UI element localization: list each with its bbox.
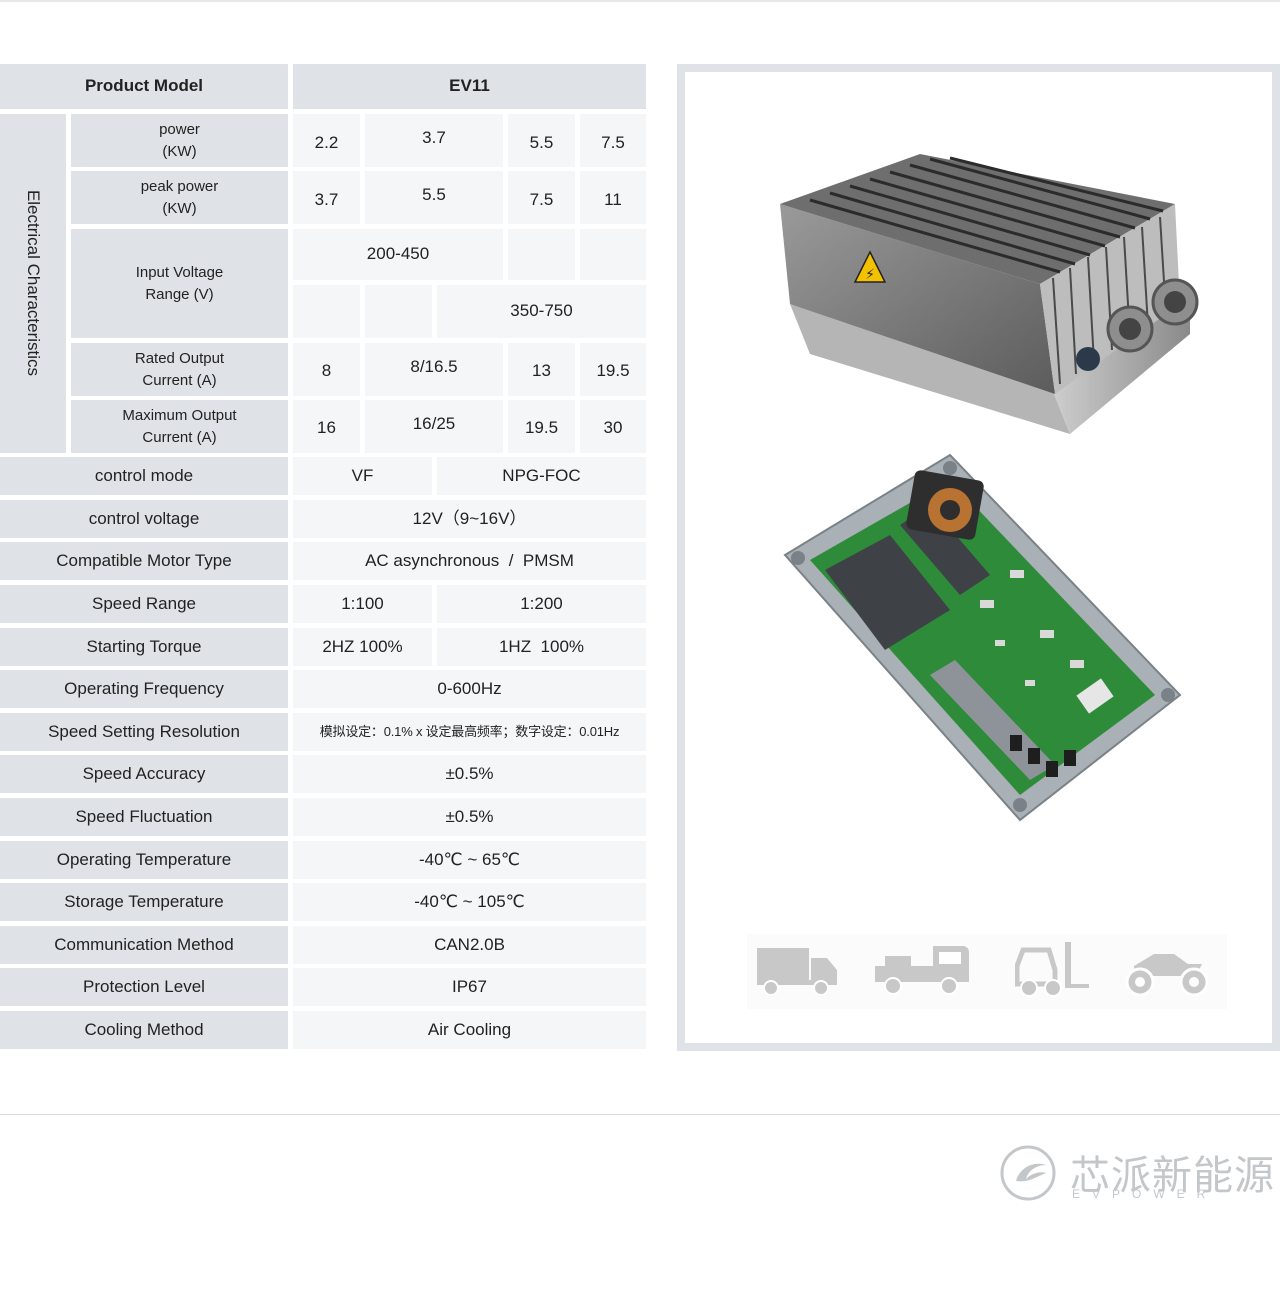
- brand-logo: 芯派新能源 EVPOWER: [998, 1143, 1274, 1207]
- starting-torque-a: 2HZ 100%: [293, 628, 432, 666]
- evpower-logo-icon: [1000, 1145, 1056, 1201]
- communication-method-value: CAN2.0B: [293, 926, 646, 964]
- rated-current-value: 8: [293, 343, 360, 396]
- cooling-method-label: Cooling Method: [0, 1011, 288, 1049]
- atv-icon: [1122, 942, 1212, 1003]
- peak-power-value: 3.7: [293, 171, 360, 224]
- operating-temperature-value: -40℃ ~ 65℃: [293, 841, 646, 879]
- empty-cell: [508, 229, 575, 280]
- forklift-icon: [1014, 942, 1091, 1003]
- rated-current-value: 19.5: [580, 343, 646, 396]
- protection-level-value: IP67: [293, 968, 646, 1006]
- rated-current-label: Rated Output Current (A): [71, 343, 288, 396]
- motor-type-value: AC asynchronous / PMSM: [293, 542, 646, 580]
- peak-power-value: 5.5: [365, 171, 503, 224]
- flatbed-truck-icon: [875, 942, 971, 1003]
- rated-current-value: 8/16.5: [365, 343, 503, 396]
- max-current-value: 16: [293, 400, 360, 453]
- product-panel: ⚡: [677, 64, 1280, 1051]
- control-mode-label: control mode: [0, 457, 288, 495]
- peak-power-value: 7.5: [508, 171, 575, 224]
- max-current-value: 30: [580, 400, 646, 453]
- speed-fluctuation-value: ±0.5%: [293, 798, 646, 836]
- power-value: 2.2: [293, 114, 360, 167]
- starting-torque-b: 1HZ 100%: [437, 628, 646, 666]
- empty-cell: [580, 229, 646, 280]
- footer-divider: [0, 1114, 1280, 1115]
- electrical-characteristics-label: Electrical Characteristics: [0, 114, 66, 453]
- storage-temperature-label: Storage Temperature: [0, 883, 288, 921]
- speed-setting-resolution-value: 模拟设定：0.1% x 设定最高频率；数字设定：0.01Hz: [293, 713, 646, 751]
- motor-type-label: Compatible Motor Type: [0, 542, 288, 580]
- input-voltage-high-value: 350-750: [437, 285, 646, 338]
- input-voltage-low-value: 200-450: [293, 229, 503, 280]
- operating-temperature-label: Operating Temperature: [0, 841, 288, 879]
- operating-frequency-label: Operating Frequency: [0, 670, 288, 708]
- peak-power-value: 11: [580, 171, 646, 224]
- cooling-method-value: Air Cooling: [293, 1011, 646, 1049]
- speed-accuracy-value: ±0.5%: [293, 755, 646, 793]
- control-voltage-label: control voltage: [0, 500, 288, 538]
- power-label: power (KW): [71, 114, 288, 167]
- controller-circuit-board-image: [780, 450, 1190, 830]
- storage-temperature-value: -40℃ ~ 105℃: [293, 883, 646, 921]
- speed-accuracy-label: Speed Accuracy: [0, 755, 288, 793]
- power-value: 3.7: [365, 114, 503, 167]
- product-model-label: Product Model: [0, 64, 288, 109]
- rated-current-value: 13: [508, 343, 575, 396]
- protection-level-label: Protection Level: [0, 968, 288, 1006]
- brand-name-en: EVPOWER: [1072, 1187, 1218, 1201]
- max-current-label: Maximum Output Current (A): [71, 400, 288, 453]
- speed-range-a: 1:100: [293, 585, 432, 623]
- starting-torque-label: Starting Torque: [0, 628, 288, 666]
- peak-power-label: peak power (KW): [71, 171, 288, 224]
- product-panel-inner: ⚡: [685, 72, 1272, 1043]
- operating-frequency-value: 0-600Hz: [293, 670, 646, 708]
- speed-setting-resolution-label: Speed Setting Resolution: [0, 713, 288, 751]
- max-current-value: 19.5: [508, 400, 575, 453]
- product-model-value: EV11: [293, 64, 646, 109]
- controller-housing-image: ⚡: [770, 154, 1210, 444]
- control-voltage-value: 12V（9~16V）: [293, 500, 646, 538]
- truck-icon: [757, 942, 839, 1003]
- empty-cell: [293, 285, 360, 338]
- spec-table: Product Model EV11 Electrical Characteri…: [0, 0, 650, 1100]
- communication-method-label: Communication Method: [0, 926, 288, 964]
- speed-range-b: 1:200: [437, 585, 646, 623]
- max-current-value: 16/25: [365, 400, 503, 453]
- speed-range-label: Speed Range: [0, 585, 288, 623]
- input-voltage-label: Input Voltage Range (V): [71, 229, 288, 338]
- power-value: 5.5: [508, 114, 575, 167]
- control-mode-foc: NPG-FOC: [437, 457, 646, 495]
- application-icons: [747, 934, 1227, 1009]
- empty-cell: [365, 285, 432, 338]
- power-value: 7.5: [580, 114, 646, 167]
- control-mode-vf: VF: [293, 457, 432, 495]
- svg-text:⚡: ⚡: [865, 267, 875, 283]
- speed-fluctuation-label: Speed Fluctuation: [0, 798, 288, 836]
- electrical-characteristics-text: Electrical Characteristics: [24, 189, 43, 377]
